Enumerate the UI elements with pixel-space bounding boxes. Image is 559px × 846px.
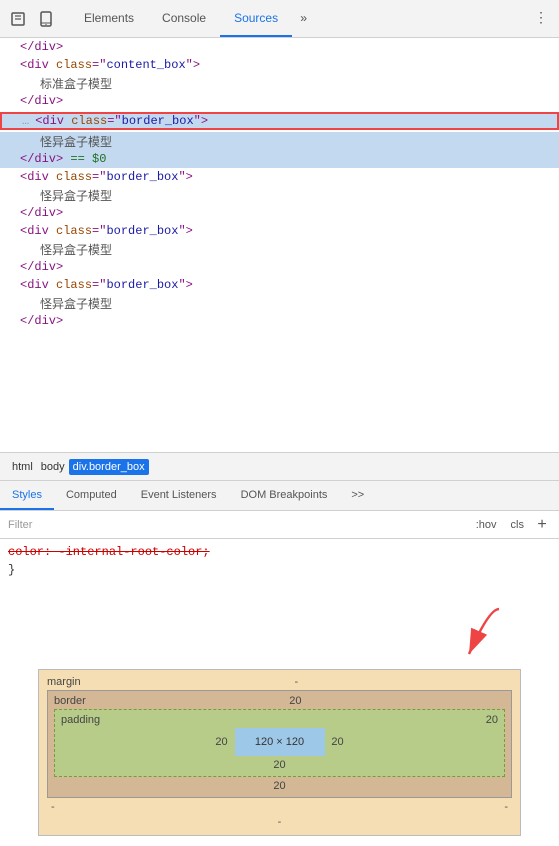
padding-box: padding 20 20 120 × 120 20 20 xyxy=(54,709,505,777)
html-line[interactable]: </div> xyxy=(0,204,559,222)
css-property: color: -internal-root-color; xyxy=(8,545,210,559)
html-line[interactable]: <div class="border_box"> xyxy=(0,168,559,186)
red-arrow xyxy=(429,604,509,669)
padding-bottom-row: 20 xyxy=(61,758,498,772)
box-model-section: margin - border 20 padding 20 20 120 × 1 xyxy=(0,669,559,844)
padding-top-value: 20 xyxy=(486,714,498,726)
html-line[interactable]: <div class="border_box"> xyxy=(0,222,559,240)
html-line[interactable]: 怪异盒子模型 xyxy=(0,186,559,204)
padding-top-row: padding 20 xyxy=(61,714,498,726)
toolbar-right: ⋮ xyxy=(529,7,553,31)
html-line[interactable]: <div class="border_box"> xyxy=(0,276,559,294)
hov-button[interactable]: :hov xyxy=(471,517,502,533)
margin-bottom-value: - xyxy=(278,816,282,828)
border-top-row: border 20 xyxy=(54,695,505,707)
breadcrumb-body[interactable]: body xyxy=(37,459,69,475)
breadcrumb: html body div.border_box xyxy=(0,453,559,481)
html-line[interactable]: 怪异盒子模型 xyxy=(0,294,559,312)
tab-elements[interactable]: Elements xyxy=(70,0,148,37)
html-line[interactable]: <div class="content_box"> xyxy=(0,56,559,74)
filter-placeholder: Filter xyxy=(8,519,471,531)
breadcrumb-html[interactable]: html xyxy=(8,459,37,475)
styles-tab-event-listeners[interactable]: Event Listeners xyxy=(129,481,229,510)
cls-button[interactable]: cls xyxy=(506,517,529,533)
styles-tab-more[interactable]: >> xyxy=(339,481,376,510)
attr-value: content_box xyxy=(106,58,185,72)
border-bottom-value: 20 xyxy=(273,780,285,792)
html-line[interactable]: </div> xyxy=(0,312,559,330)
dot-indicator: … xyxy=(22,114,29,128)
breadcrumb-active[interactable]: div.border_box xyxy=(69,459,149,475)
arrow-area xyxy=(0,599,559,669)
tag-punct: < xyxy=(20,58,27,72)
devtools-toolbar: Elements Console Sources » ⋮ xyxy=(0,0,559,38)
tab-console[interactable]: Console xyxy=(148,0,220,37)
styles-tab-dom-breakpoints[interactable]: DOM Breakpoints xyxy=(229,481,340,510)
add-style-button[interactable]: + xyxy=(533,516,551,534)
tag-punct: </ xyxy=(20,40,34,54)
content-size-box: 120 × 120 xyxy=(235,728,325,756)
margin-sides-row: - - xyxy=(47,801,512,813)
content-row: 20 120 × 120 20 xyxy=(61,728,498,756)
border-top-value: 20 xyxy=(289,695,301,707)
toolbar-icons xyxy=(6,7,58,31)
tag-name: div xyxy=(34,40,56,54)
margin-label: margin xyxy=(47,676,81,688)
css-line-strikethrough: color: -internal-root-color; xyxy=(8,543,551,561)
html-line[interactable]: </div> xyxy=(0,92,559,110)
padding-left-value: 20 xyxy=(213,736,231,748)
margin-bottom-row: - xyxy=(47,815,512,829)
tag-name: div xyxy=(27,58,49,72)
dollar-sign: == $0 xyxy=(70,152,106,166)
elements-panel: </div> <div class="content_box"> 标准盒子模型 … xyxy=(0,38,559,453)
html-line-highlighted[interactable]: </div> == $0 xyxy=(0,150,559,168)
device-icon[interactable] xyxy=(34,7,58,31)
filter-buttons: :hov cls + xyxy=(471,516,551,534)
attr-name: class xyxy=(56,58,92,72)
text-content: 标准盒子模型 xyxy=(40,75,112,92)
styles-tab-computed[interactable]: Computed xyxy=(54,481,129,510)
html-line-highlighted[interactable]: 怪异盒子模型 xyxy=(0,132,559,150)
highlighted-html-line[interactable]: … <div class="border_box"> xyxy=(0,112,559,130)
margin-top-row: margin - xyxy=(47,676,512,688)
padding-label: padding xyxy=(61,714,100,726)
html-line[interactable]: </div> xyxy=(0,38,559,56)
margin-left-outer: - xyxy=(47,801,55,813)
margin-box: margin - border 20 padding 20 20 120 × 1 xyxy=(38,669,521,836)
tab-sources[interactable]: Sources xyxy=(220,0,292,37)
menu-icon[interactable]: ⋮ xyxy=(529,7,553,31)
css-brace: } xyxy=(8,563,15,577)
border-bottom-row: 20 xyxy=(54,779,505,793)
css-line-brace: } xyxy=(8,561,551,579)
styles-tab-styles[interactable]: Styles xyxy=(0,481,54,510)
margin-right-outer: - xyxy=(504,801,512,813)
tabs-bar: Elements Console Sources » xyxy=(70,0,315,37)
filter-bar: Filter :hov cls + xyxy=(0,511,559,539)
cursor-icon[interactable] xyxy=(6,7,30,31)
css-content: color: -internal-root-color; } xyxy=(0,539,559,599)
styles-tabs-bar: Styles Computed Event Listeners DOM Brea… xyxy=(0,481,559,511)
html-line[interactable]: 标准盒子模型 xyxy=(0,74,559,92)
html-line[interactable]: </div> xyxy=(0,258,559,276)
border-box: border 20 padding 20 20 120 × 120 20 xyxy=(47,690,512,798)
html-line[interactable]: 怪异盒子模型 xyxy=(0,240,559,258)
padding-bottom-value: 20 xyxy=(273,759,285,771)
padding-right-value: 20 xyxy=(329,736,347,748)
tab-more[interactable]: » xyxy=(292,0,315,37)
tag-punct2: > xyxy=(56,40,63,54)
border-label: border xyxy=(54,695,86,707)
margin-top-value: - xyxy=(294,676,298,688)
